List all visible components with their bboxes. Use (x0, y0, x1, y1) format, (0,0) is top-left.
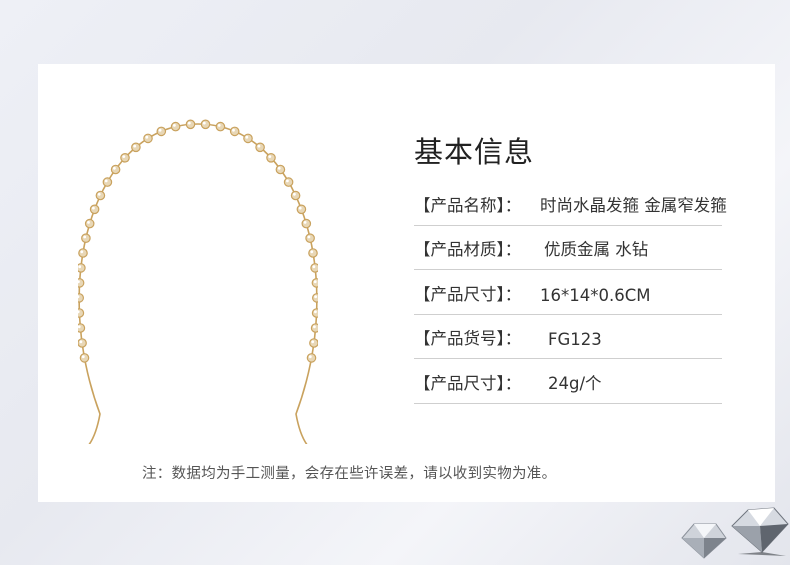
rhinestone-icon (243, 133, 253, 144)
product-info-card: 基本信息 【产品名称】： 时尚水晶发箍 金属窄发箍 【产品材质】： 优质金属 水… (38, 64, 775, 502)
rhinestone-icon (229, 126, 240, 137)
rhinestone-icon (200, 119, 211, 130)
rhinestone-highlight (92, 206, 95, 210)
diamond-left-icon (681, 523, 727, 559)
rhinestone-highlight (307, 235, 311, 239)
rhinestone-highlight (311, 340, 315, 344)
rhinestone-icon (102, 177, 113, 187)
info-row-material: 【产品材质】： 优质金属 水钻 (414, 225, 722, 270)
rhinestone-highlight (145, 135, 149, 139)
info-row-value: 16*14*0.6CM (540, 286, 651, 305)
rhinestone-highlight (83, 235, 87, 239)
rhinestone-highlight (314, 310, 317, 314)
rhinestone-icon (185, 119, 196, 130)
rhinestone-highlight (187, 121, 191, 125)
rhinestone-icon (275, 164, 286, 175)
rhinestone-row (74, 119, 322, 363)
rhinestone-highlight (173, 124, 176, 127)
rhinestone-icon (78, 248, 88, 258)
rhinestone-icon (283, 177, 294, 187)
diamond-right-icon (731, 507, 789, 556)
rhinestone-highlight (80, 250, 84, 254)
rhinestone-icon (77, 338, 87, 348)
rhinestone-highlight (312, 265, 316, 269)
info-row-label: 【产品名称】： (414, 196, 522, 215)
crystal-headband-image (74, 114, 322, 447)
rhinestone-highlight (293, 192, 296, 196)
info-title: 基本信息 (414, 135, 535, 169)
rhinestone-highlight (303, 221, 307, 224)
info-row-label: 【产品货号】： (414, 329, 522, 348)
info-row-size: 【产品尺寸】： 16*14*0.6CM (414, 270, 722, 315)
rhinestone-icon (84, 218, 95, 229)
rhinestone-icon (120, 152, 130, 163)
rhinestone-highlight (286, 179, 289, 183)
info-row-value: 24g/个 (548, 374, 602, 393)
rhinestone-highlight (313, 325, 316, 329)
rhinestone-icon (81, 233, 91, 243)
rhinestone-highlight (314, 295, 317, 299)
rhinestone-highlight (104, 179, 108, 183)
measurement-note: 注：数据均为手工测量，会存在些许误差，请以收到实物为准。 (142, 466, 557, 482)
rhinestone-highlight (78, 265, 82, 269)
rhinestone-highlight (79, 340, 83, 344)
rhinestone-icon (290, 190, 301, 201)
rhinestone-icon (255, 142, 265, 153)
rhinestone-highlight (133, 144, 137, 148)
rhinestone-highlight (277, 166, 281, 170)
rhinestone-icon (170, 121, 181, 132)
rhinestone-icon (79, 353, 90, 363)
info-row-value: FG123 (548, 330, 602, 349)
rhinestone-icon (95, 190, 106, 201)
rhinestone-icon (305, 233, 315, 243)
rhinestone-highlight (268, 155, 272, 158)
rhinestone-highlight (245, 135, 249, 139)
info-row-weight: 【产品尺寸】： 24g/个 (414, 359, 722, 404)
headband-illustration (74, 119, 322, 447)
rhinestone-icon (301, 218, 312, 229)
rhinestone-highlight (298, 206, 302, 210)
rhinestone-highlight (87, 221, 90, 224)
diamond-decoration (676, 500, 790, 560)
info-row-label: 【产品尺寸】： (414, 374, 522, 393)
info-row-value: 优质金属 水钻 (544, 240, 649, 259)
rhinestone-icon (74, 293, 84, 303)
info-row-name: 【产品名称】： 时尚水晶发箍 金属窄发箍 (414, 181, 727, 226)
rhinestone-icon (309, 338, 319, 348)
info-row-label: 【产品材质】： (414, 240, 522, 259)
rhinestone-icon (296, 204, 307, 215)
rhinestone-highlight (232, 128, 235, 132)
rhinestone-highlight (257, 144, 261, 148)
rhinestone-highlight (217, 124, 221, 127)
rhinestone-icon (110, 164, 121, 175)
rhinestone-icon (131, 142, 141, 153)
rhinestone-icon (156, 126, 167, 137)
rhinestone-highlight (113, 166, 116, 170)
rhinestone-icon (266, 152, 276, 163)
rhinestone-highlight (202, 121, 206, 125)
rhinestone-icon (143, 133, 153, 144)
rhinestone-icon (89, 204, 100, 215)
rhinestone-highlight (97, 192, 101, 196)
rhinestone-highlight (81, 355, 85, 359)
rhinestone-icon (306, 353, 317, 363)
info-row-label: 【产品尺寸】： (414, 285, 522, 304)
rhinestone-highlight (313, 280, 317, 284)
info-row-sku: 【产品货号】： FG123 (414, 314, 722, 359)
info-row-value: 时尚水晶发箍 金属窄发箍 (540, 196, 727, 215)
rhinestone-highlight (308, 355, 312, 359)
rhinestone-icon (215, 121, 226, 132)
rhinestone-icon (308, 248, 318, 258)
rhinestone-highlight (122, 155, 126, 158)
rhinestone-highlight (310, 250, 314, 254)
rhinestone-highlight (158, 128, 162, 132)
